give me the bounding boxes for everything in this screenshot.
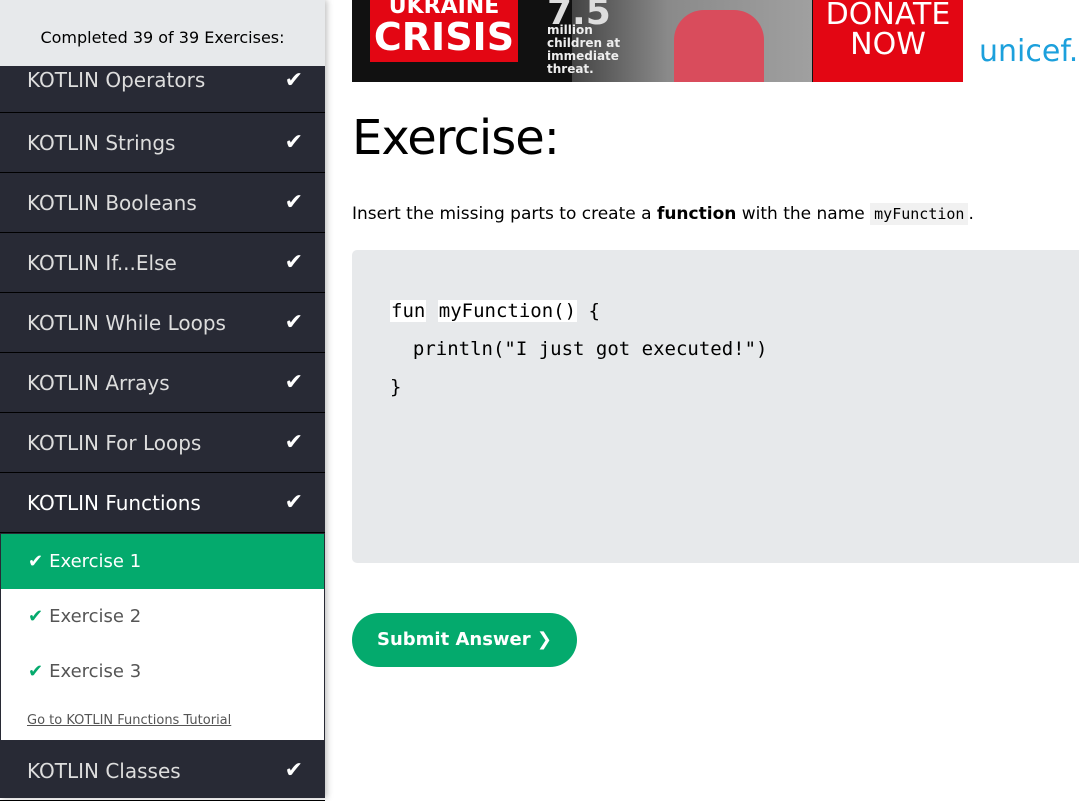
exercise-item-3[interactable]: ✔ Exercise 3: [1, 644, 324, 699]
sidebar-item-while[interactable]: KOTLIN While Loops ✔: [0, 293, 325, 353]
answer-input-2[interactable]: myFunction(): [437, 300, 578, 322]
check-icon: ✔: [284, 250, 303, 275]
main-content: UKRAINE CRISIS 7.5 million children at im…: [352, 0, 1079, 667]
exercise-label: Exercise 3: [49, 661, 142, 682]
exercise-item-1[interactable]: ✔ Exercise 1: [1, 534, 324, 589]
item-label: KOTLIN Booleans: [27, 190, 197, 215]
check-icon: ✔: [284, 370, 303, 395]
item-label: KOTLIN For Loops: [27, 430, 202, 455]
exercise-list: ✔ Exercise 1 ✔ Exercise 2 ✔ Exercise 3 Go t…: [0, 533, 325, 741]
sidebar-item-classes[interactable]: KOTLIN Classes ✔: [0, 741, 325, 801]
exercise-label: Exercise 1: [49, 551, 142, 572]
sidebar-item-arrays[interactable]: KOTLIN Arrays ✔: [0, 353, 325, 413]
submit-answer-button[interactable]: Submit Answer ❯: [352, 613, 577, 667]
unicef-logo: unicef.i: [963, 0, 1079, 82]
item-label: KOTLIN Operators: [27, 68, 206, 92]
donate-button[interactable]: DONATE NOW: [813, 0, 963, 82]
item-label: KOTLIN While Loops: [27, 310, 226, 335]
check-icon: ✔: [284, 758, 303, 783]
sidebar: Completed 39 of 39 Exercises: KOTLIN Ope…: [0, 0, 325, 801]
sidebar-item-for[interactable]: KOTLIN For Loops ✔: [0, 413, 325, 473]
check-icon: ✔: [284, 130, 303, 155]
check-icon: ✔: [28, 661, 44, 682]
check-icon: ✔: [28, 551, 44, 572]
exercise-item-2[interactable]: ✔ Exercise 2: [1, 589, 324, 644]
banner-text: million children at immediate threat.: [547, 23, 621, 76]
instructions: Insert the missing parts to create a fun…: [352, 203, 974, 225]
item-label: KOTLIN If...Else: [27, 250, 177, 275]
check-icon: ✔: [284, 68, 303, 93]
code-line: }: [390, 376, 402, 398]
ad-banner[interactable]: UKRAINE CRISIS 7.5 million children at im…: [352, 0, 1079, 82]
check-icon: ✔: [28, 606, 44, 627]
answer-input-1[interactable]: fun: [390, 300, 427, 322]
tutorial-link[interactable]: Go to KOTLIN Functions Tutorial: [1, 699, 324, 740]
item-label: KOTLIN Classes: [27, 758, 181, 783]
check-icon: ✔: [284, 310, 303, 335]
sidebar-item-operators[interactable]: KOTLIN Operators ✔: [0, 66, 325, 113]
sidebar-item-functions[interactable]: KOTLIN Functions ✔: [0, 473, 325, 533]
exercise-label: Exercise 2: [49, 606, 142, 627]
sidebar-item-ifelse[interactable]: KOTLIN If...Else ✔: [0, 233, 325, 293]
item-label: KOTLIN Arrays: [27, 370, 170, 395]
check-icon: ✔: [284, 190, 303, 215]
code-line: println("I just got executed!"): [390, 338, 768, 360]
code-editor: fun myFunction() { println("I just got e…: [352, 250, 1079, 563]
item-label: KOTLIN Functions: [27, 490, 201, 515]
check-icon: ✔: [284, 430, 303, 455]
item-label: KOTLIN Strings: [27, 130, 176, 155]
sidebar-item-booleans[interactable]: KOTLIN Booleans ✔: [0, 173, 325, 233]
sidebar-item-strings[interactable]: KOTLIN Strings ✔: [0, 113, 325, 173]
banner-child-image: [674, 10, 764, 82]
progress-header: Completed 39 of 39 Exercises:: [0, 0, 325, 66]
check-icon: ✔: [284, 490, 303, 515]
banner-crisis-logo: UKRAINE CRISIS: [370, 0, 518, 62]
page-title: Exercise:: [352, 110, 560, 166]
